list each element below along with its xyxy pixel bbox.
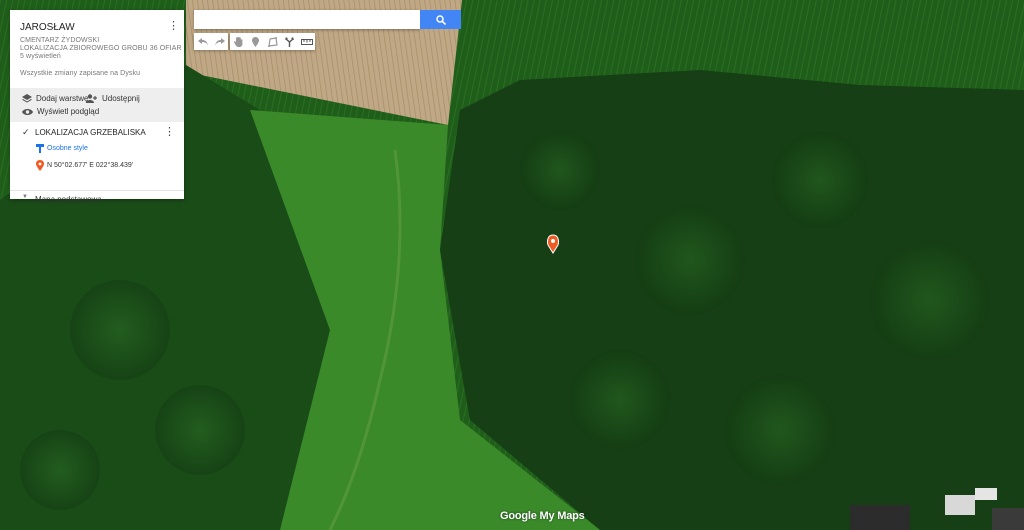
layers-icon (22, 94, 32, 103)
undo-icon (197, 37, 208, 46)
share-button[interactable]: Udostępnij (86, 94, 140, 103)
eye-icon (22, 108, 33, 115)
map-title[interactable]: JAROSŁAW (20, 22, 75, 33)
ruler-icon (300, 38, 313, 45)
point-coordinates: N 50°02.677' E 022°38.439' (47, 162, 134, 169)
style-link-label: Osobne style (47, 145, 88, 152)
share-label: Udostępnij (102, 94, 140, 103)
select-button[interactable] (230, 33, 247, 50)
layer-menu-icon[interactable]: ⋮ (164, 126, 175, 138)
undo-button[interactable] (194, 33, 211, 50)
expand-arrow-icon[interactable]: ▼ (22, 194, 28, 200)
paint-roller-icon (36, 144, 44, 153)
add-marker-button[interactable] (247, 33, 264, 50)
preview-button[interactable]: Wyświetl podgląd (22, 107, 99, 116)
layer-section: ✓ LOKALIZACJA GRZEBALISKA ⋮ Osobne style… (10, 122, 184, 191)
search-input[interactable] (194, 10, 420, 29)
redo-button[interactable] (211, 33, 228, 50)
marker-icon (252, 36, 259, 47)
hand-icon (234, 36, 243, 47)
add-layer-label: Dodaj warstwę (36, 94, 89, 103)
drawing-toolbar (230, 33, 315, 50)
map-subtitle[interactable]: CMENTARZ ŻYDOWSKI (20, 37, 99, 44)
polygon-icon (267, 36, 278, 47)
google-my-maps-logo: Google My Maps (500, 510, 585, 522)
views-count: 5 wyświetleń (20, 53, 61, 60)
layer-item-point[interactable]: N 50°02.677' E 022°38.439' (36, 160, 133, 171)
map-description[interactable]: LOKALIZACJA ZBIOROWEGO GROBU 36 OFIAR (20, 45, 182, 52)
redo-icon (214, 37, 225, 46)
preview-label: Wyświetl podgląd (37, 107, 100, 116)
add-person-icon (86, 94, 97, 103)
map-sidebar: JAROSŁAW ⋮ CMENTARZ ŻYDOWSKI LOKALIZACJA… (10, 10, 184, 204)
base-map-row[interactable]: ▼ Mapa podstawowa (10, 190, 184, 208)
style-link[interactable]: Osobne style (36, 144, 88, 153)
layer-name[interactable]: LOKALIZACJA GRZEBALISKA (35, 128, 146, 137)
base-map-label: Mapa podstawowa (35, 195, 102, 204)
route-icon (285, 36, 294, 47)
saved-status: Wszystkie zmiany zapisane na Dysku (20, 70, 141, 77)
layer-visibility-checkbox[interactable]: ✓ (22, 127, 32, 137)
title-menu-icon[interactable]: ⋮ (168, 20, 179, 32)
search-button[interactable] (420, 10, 461, 29)
draw-line-button[interactable] (264, 33, 281, 50)
map-pin-icon (36, 160, 44, 171)
search-icon (435, 14, 446, 25)
history-toolbar (194, 33, 228, 50)
measure-button[interactable] (298, 33, 315, 50)
directions-button[interactable] (281, 33, 298, 50)
add-layer-button[interactable]: Dodaj warstwę (22, 94, 88, 103)
